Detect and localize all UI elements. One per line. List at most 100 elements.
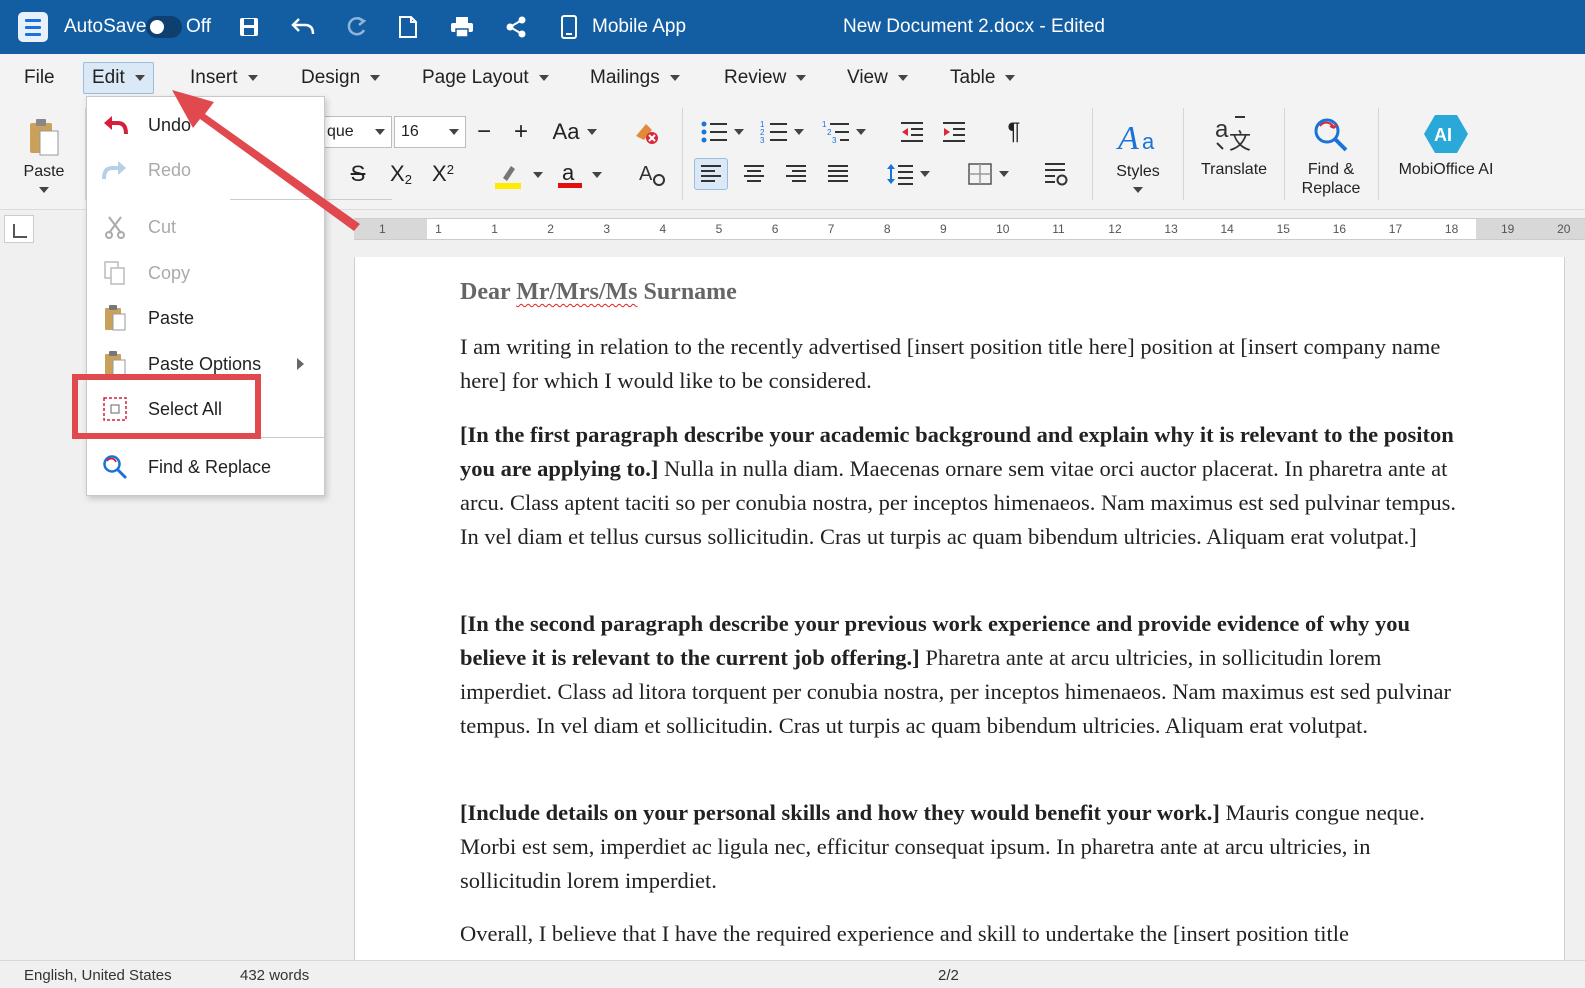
subscript-button[interactable]: X2 — [384, 160, 418, 188]
ribbon-separator — [1183, 108, 1184, 200]
justify-button[interactable] — [822, 158, 854, 190]
menu-mailings[interactable]: Mailings — [582, 62, 688, 94]
bullet-list-icon — [701, 121, 727, 143]
ruler-number: 19 — [1501, 222, 1515, 236]
menu-page-layout-label: Page Layout — [422, 67, 529, 88]
styles-label: Styles — [1116, 163, 1160, 180]
salutation-suffix: Surname — [643, 279, 737, 305]
print-button[interactable] — [450, 0, 474, 54]
svg-text:a: a — [1215, 116, 1229, 143]
font-size-select[interactable]: 16 — [394, 116, 466, 148]
multilevel-list-button[interactable]: 123 — [818, 116, 870, 148]
ruler-number: 4 — [659, 222, 667, 236]
decrease-indent-button[interactable] — [896, 116, 928, 148]
align-center-button[interactable] — [738, 158, 770, 190]
font-color-button[interactable]: a — [554, 158, 604, 192]
menu-item-find-replace-label: Find & Replace — [148, 456, 272, 477]
menu-page-layout[interactable]: Page Layout — [414, 62, 557, 94]
tab-stop-selector[interactable] — [4, 215, 34, 243]
menu-item-redo-label: Redo — [148, 159, 192, 180]
align-right-icon — [786, 165, 806, 182]
redo-button[interactable] — [344, 0, 368, 54]
menu-item-undo[interactable]: Undo — [87, 105, 324, 145]
menu-item-copy[interactable]: Copy — [87, 253, 324, 293]
menu-item-cut[interactable]: Cut — [87, 207, 324, 247]
menu-file[interactable]: File — [16, 62, 63, 94]
menu-design[interactable]: Design — [293, 62, 388, 94]
bullet-list-button[interactable] — [696, 116, 748, 148]
find-replace-button[interactable]: Find & Replace — [1290, 110, 1372, 202]
show-formatting-button[interactable]: ¶ — [1000, 116, 1028, 148]
ruler-left-margin — [354, 219, 427, 239]
menu-item-redo[interactable]: Redo — [87, 150, 324, 190]
chevron-down-icon — [669, 75, 680, 81]
menu-item-paste[interactable]: Paste — [87, 298, 324, 338]
menu-review[interactable]: Review — [716, 62, 814, 94]
chevron-down-icon — [999, 171, 1009, 177]
mobioffice-ai-button[interactable]: AI MobiOffice AI — [1388, 110, 1504, 182]
menu-table[interactable]: Table — [942, 62, 1023, 94]
document-page[interactable]: Dear Mr/Mrs/Ms Surname I am writing in r… — [354, 257, 1565, 960]
language-status[interactable]: English, United States — [24, 967, 172, 984]
translate-button[interactable]: a文 Translate — [1190, 110, 1278, 182]
clear-formatting-button[interactable] — [630, 116, 662, 148]
ruler-number: 3 — [603, 222, 611, 236]
share-icon — [506, 16, 526, 38]
strikethrough-button[interactable]: S — [344, 160, 372, 188]
decrease-font-button[interactable]: − — [468, 118, 500, 146]
clipboard-icon — [30, 119, 59, 156]
horizontal-ruler[interactable]: 1 1 1 2 3 4 5 6 7 8 9 10 11 12 13 14 15 16 17 18 19 20 — [354, 218, 1585, 240]
ruler-number: 1 — [379, 222, 386, 236]
ai-icon: AI — [1424, 115, 1468, 153]
align-right-button[interactable] — [780, 158, 812, 190]
svg-text:a: a — [1142, 129, 1155, 154]
new-document-button[interactable] — [398, 0, 418, 54]
align-left-button[interactable] — [694, 158, 728, 190]
styles-button[interactable]: Aa Styles — [1100, 110, 1176, 200]
paste-button[interactable]: Paste — [14, 110, 74, 200]
paragraph-settings-button[interactable] — [1040, 158, 1072, 190]
paste-label: Paste — [23, 163, 65, 180]
font-settings-button[interactable]: A — [636, 158, 668, 190]
menu-view[interactable]: View — [839, 62, 916, 94]
chevron-down-icon — [449, 129, 459, 135]
numbered-list-button[interactable]: 123 — [756, 116, 808, 148]
superscript-button[interactable]: X2 — [426, 160, 460, 188]
ruler-number: 10 — [996, 222, 1010, 236]
borders-button[interactable] — [960, 158, 1016, 190]
svg-text:3: 3 — [760, 136, 765, 145]
undo-button[interactable] — [290, 0, 316, 54]
clear-formatting-icon — [636, 124, 658, 144]
font-settings-icon: A — [639, 163, 665, 186]
svg-text:AI: AI — [1434, 125, 1452, 145]
autosave-toggle[interactable] — [146, 0, 182, 54]
print-icon — [451, 17, 473, 38]
mobile-app-button[interactable]: Mobile App — [560, 0, 686, 54]
hamburger-icon — [18, 12, 48, 42]
menu-item-undo-label: Undo — [148, 114, 192, 135]
autosave-label: AutoSave — [64, 16, 147, 37]
highlighter-icon — [495, 166, 521, 189]
save-button[interactable] — [238, 0, 260, 54]
line-spacing-button[interactable] — [880, 158, 936, 190]
paragraph-3: [In the second paragraph describe your p… — [460, 607, 1460, 743]
ruler-number: 20 — [1557, 222, 1571, 236]
chevron-down-icon — [533, 172, 543, 178]
highlight-color-button[interactable] — [490, 158, 546, 192]
change-case-button[interactable]: Aa — [548, 118, 602, 146]
paragraph-4: [Include details on your personal skills… — [460, 796, 1460, 898]
increase-font-button[interactable]: + — [505, 118, 537, 146]
menu-insert[interactable]: Insert — [182, 62, 266, 94]
clipboard-icon — [101, 304, 129, 332]
menu-item-find-replace[interactable]: Find & Replace — [87, 447, 324, 487]
redo-icon — [347, 16, 367, 36]
salutation-prefix: Dear — [460, 279, 511, 305]
ribbon-separator — [1284, 108, 1285, 200]
app-menu-button[interactable] — [18, 0, 48, 54]
font-size-value: 16 — [401, 123, 419, 140]
increase-indent-button[interactable] — [938, 116, 970, 148]
share-button[interactable] — [504, 0, 528, 54]
menu-edit[interactable]: Edit — [83, 62, 154, 94]
ruler-number: 6 — [771, 222, 779, 236]
mobile-phone-icon — [561, 15, 577, 39]
